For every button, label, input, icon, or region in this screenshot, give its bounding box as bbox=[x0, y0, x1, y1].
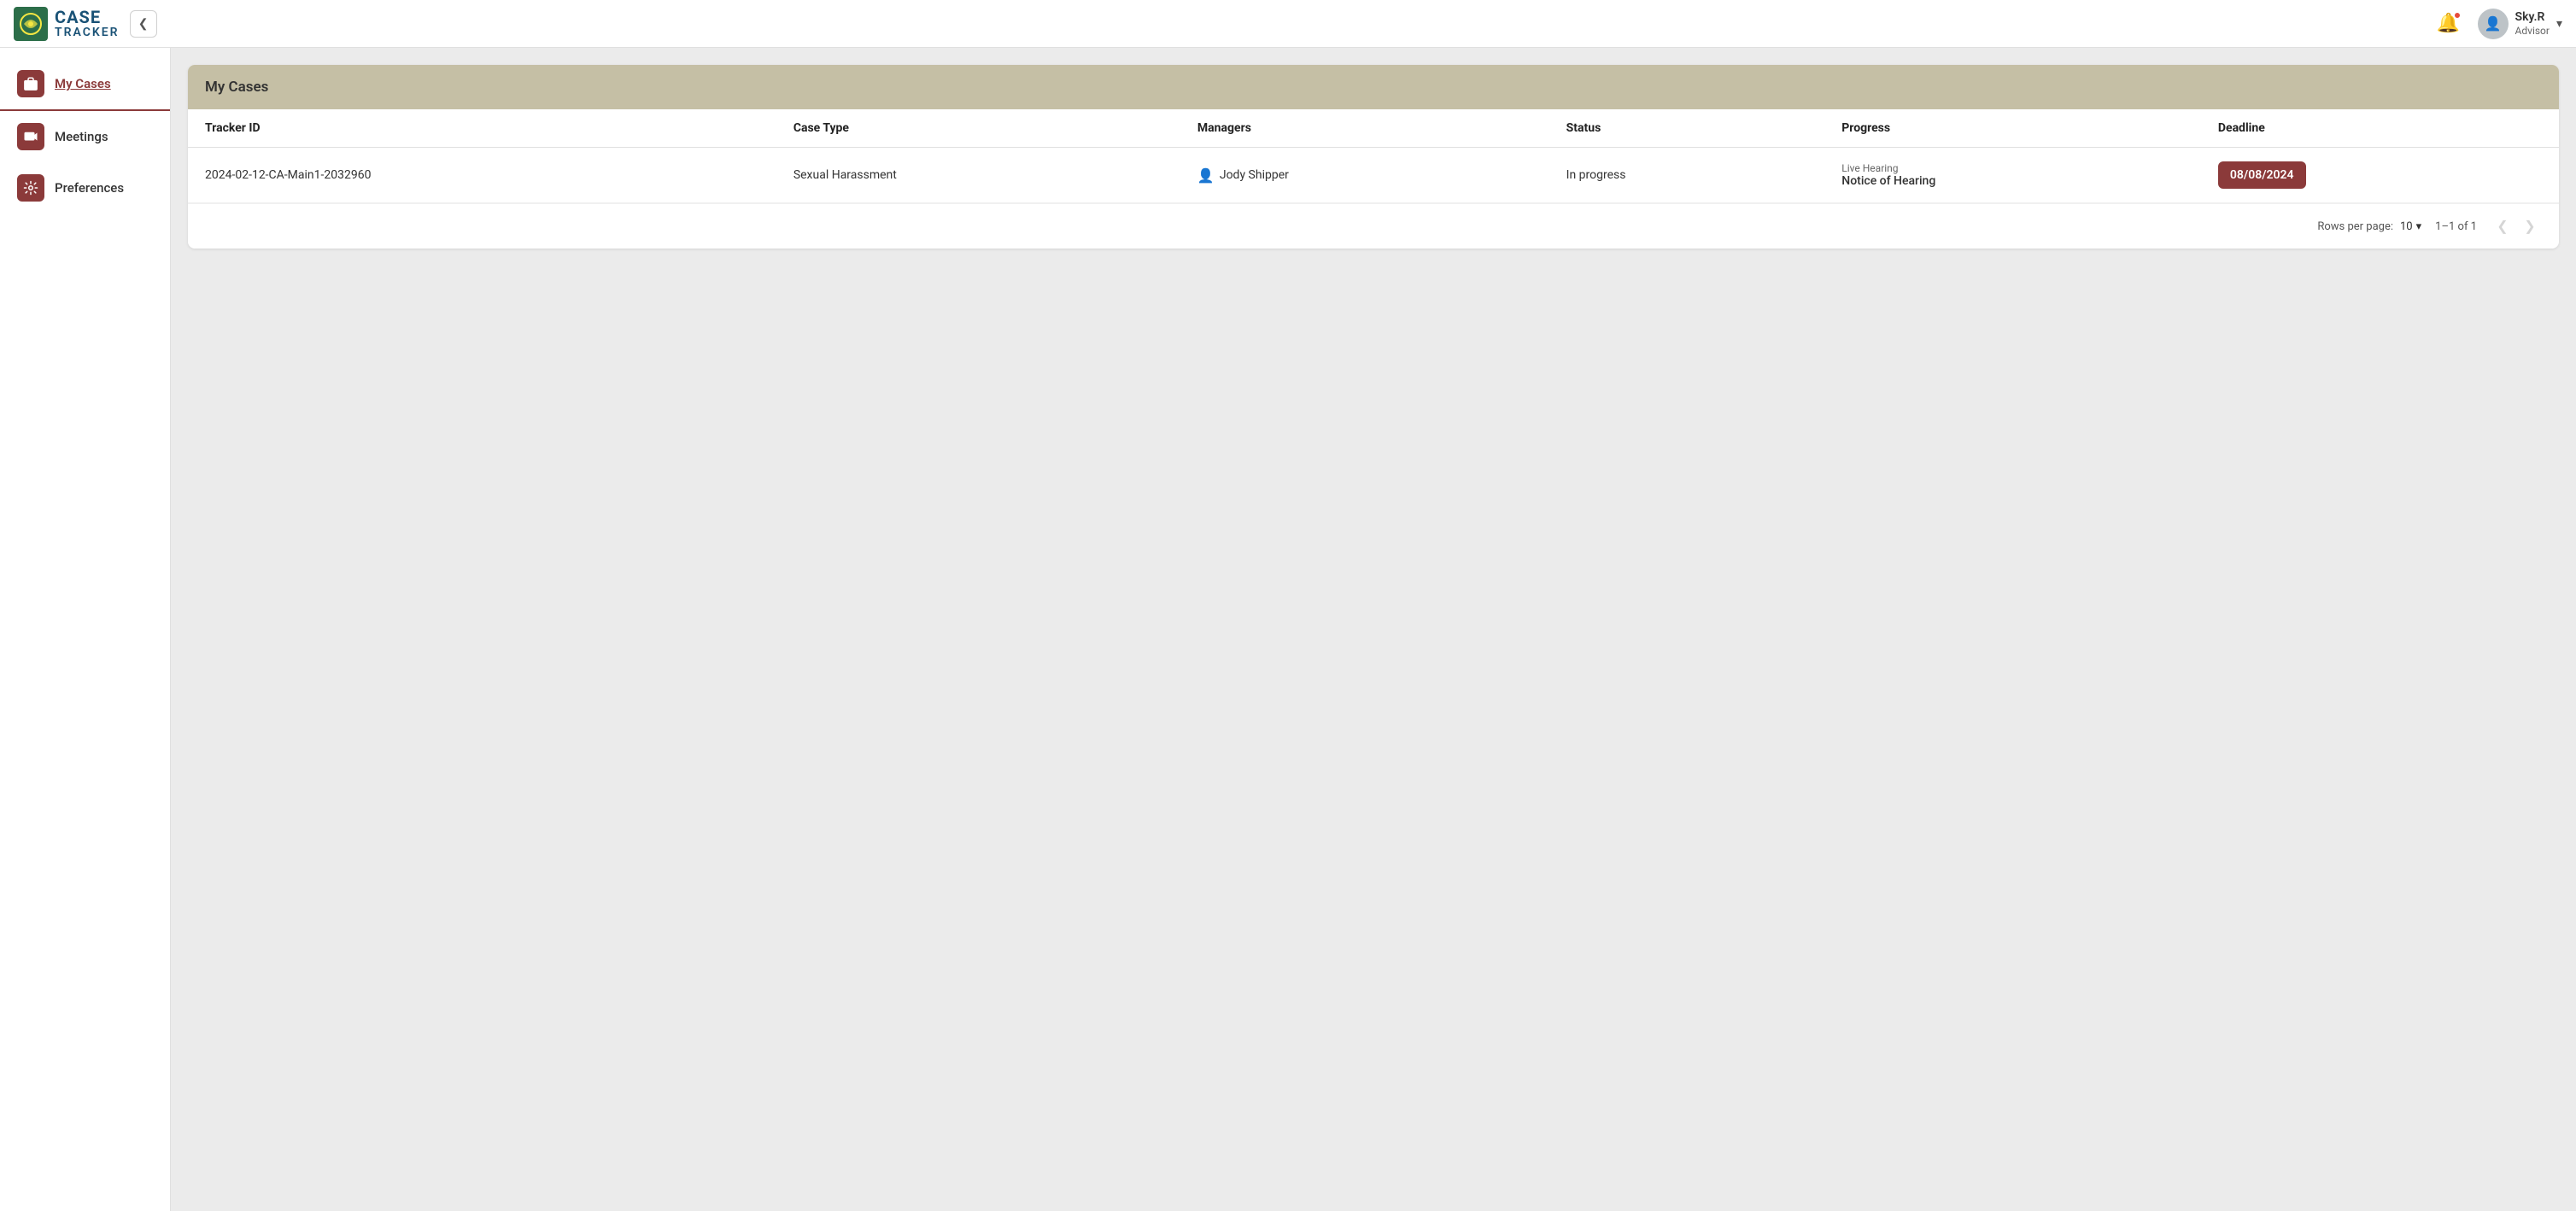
col-header-tracker-id: Tracker ID bbox=[188, 109, 776, 148]
user-role: Advisor bbox=[2515, 25, 2550, 37]
col-header-deadline: Deadline bbox=[2201, 109, 2559, 148]
cell-status: In progress bbox=[1549, 148, 1825, 203]
table-body: 2024-02-12-CA-Main1-2032960 Sexual Haras… bbox=[188, 148, 2559, 203]
preferences-nav-icon bbox=[17, 174, 44, 202]
rows-per-page: Rows per page: 10 ▾ bbox=[2317, 220, 2421, 233]
logo-icon bbox=[14, 7, 48, 41]
meetings-nav-icon bbox=[17, 123, 44, 150]
collapse-icon: ❮ bbox=[138, 16, 149, 31]
sidebar-item-my-cases[interactable]: My Cases bbox=[0, 58, 170, 111]
progress-cell: Live Hearing Notice of Hearing bbox=[1841, 162, 2184, 188]
notification-button[interactable]: 🔔 bbox=[2433, 9, 2464, 39]
sidebar-item-label-preferences: Preferences bbox=[55, 180, 124, 196]
cell-deadline: 08/08/2024 bbox=[2201, 148, 2559, 203]
sidebar-item-label-meetings: Meetings bbox=[55, 129, 108, 144]
user-info: Sky.R Advisor bbox=[2515, 10, 2550, 37]
sidebar-item-label-my-cases: My Cases bbox=[55, 76, 111, 91]
pagination-row: Rows per page: 10 ▾ 1–1 of 1 ❮ ❯ bbox=[188, 203, 2559, 249]
table-row[interactable]: 2024-02-12-CA-Main1-2032960 Sexual Haras… bbox=[188, 148, 2559, 203]
my-cases-card: My Cases Tracker ID Case Type Managers S… bbox=[188, 65, 2559, 249]
main-layout: My Cases Meetings Preferences bbox=[0, 48, 2576, 1211]
table-head: Tracker ID Case Type Managers Status Pro… bbox=[188, 109, 2559, 148]
header-right: 🔔 👤 Sky.R Advisor ▾ bbox=[2433, 9, 2562, 39]
sidebar: My Cases Meetings Preferences bbox=[0, 48, 171, 1211]
sidebar-item-preferences[interactable]: Preferences bbox=[0, 162, 170, 214]
app-logo: CASE TRACKER bbox=[14, 7, 120, 41]
chevron-down-icon: ▾ bbox=[2556, 17, 2562, 31]
logo-tracker-text: TRACKER bbox=[55, 26, 120, 39]
manager-cell: 👤 Jody Shipper bbox=[1197, 167, 1532, 184]
manager-person-icon: 👤 bbox=[1197, 167, 1215, 184]
cases-table: Tracker ID Case Type Managers Status Pro… bbox=[188, 109, 2559, 203]
table-wrapper: Tracker ID Case Type Managers Status Pro… bbox=[188, 109, 2559, 203]
page-nav: ❮ ❯ bbox=[2491, 214, 2542, 238]
rows-per-page-select[interactable]: 10 ▾ bbox=[2400, 220, 2421, 233]
main-content: My Cases Tracker ID Case Type Managers S… bbox=[171, 48, 2576, 1211]
col-header-status: Status bbox=[1549, 109, 1825, 148]
header-left: CASE TRACKER ❮ bbox=[14, 7, 157, 41]
rows-per-page-value: 10 bbox=[2400, 220, 2413, 233]
rows-per-page-chevron: ▾ bbox=[2416, 220, 2422, 233]
col-header-managers: Managers bbox=[1180, 109, 1549, 148]
cell-progress: Live Hearing Notice of Hearing bbox=[1824, 148, 2201, 203]
page-info: 1–1 of 1 bbox=[2435, 220, 2477, 233]
logo-case-text: CASE bbox=[55, 8, 120, 26]
user-name: Sky.R bbox=[2515, 10, 2550, 25]
card-header: My Cases bbox=[188, 65, 2559, 109]
rows-per-page-label: Rows per page: bbox=[2317, 220, 2393, 233]
cell-case-type: Sexual Harassment bbox=[776, 148, 1180, 203]
sidebar-item-meetings[interactable]: Meetings bbox=[0, 111, 170, 162]
user-menu[interactable]: 👤 Sky.R Advisor ▾ bbox=[2478, 9, 2562, 39]
avatar: 👤 bbox=[2478, 9, 2509, 39]
notification-dot bbox=[2454, 12, 2461, 19]
logo-text: CASE TRACKER bbox=[55, 8, 120, 39]
collapse-sidebar-button[interactable]: ❮ bbox=[130, 10, 157, 38]
table-header-row: Tracker ID Case Type Managers Status Pro… bbox=[188, 109, 2559, 148]
prev-page-button[interactable]: ❮ bbox=[2491, 214, 2515, 238]
progress-stage: Live Hearing bbox=[1841, 162, 2184, 174]
deadline-badge: 08/08/2024 bbox=[2218, 161, 2306, 189]
avatar-icon: 👤 bbox=[2485, 15, 2502, 32]
cases-nav-icon bbox=[17, 70, 44, 97]
manager-name: Jody Shipper bbox=[1220, 168, 1289, 182]
col-header-case-type: Case Type bbox=[776, 109, 1180, 148]
card-title: My Cases bbox=[205, 79, 268, 96]
next-page-button[interactable]: ❯ bbox=[2518, 214, 2542, 238]
cell-tracker-id: 2024-02-12-CA-Main1-2032960 bbox=[188, 148, 776, 203]
app-header: CASE TRACKER ❮ 🔔 👤 Sky.R Advisor ▾ bbox=[0, 0, 2576, 48]
progress-step: Notice of Hearing bbox=[1841, 174, 2184, 188]
col-header-progress: Progress bbox=[1824, 109, 2201, 148]
cell-managers: 👤 Jody Shipper bbox=[1180, 148, 1549, 203]
